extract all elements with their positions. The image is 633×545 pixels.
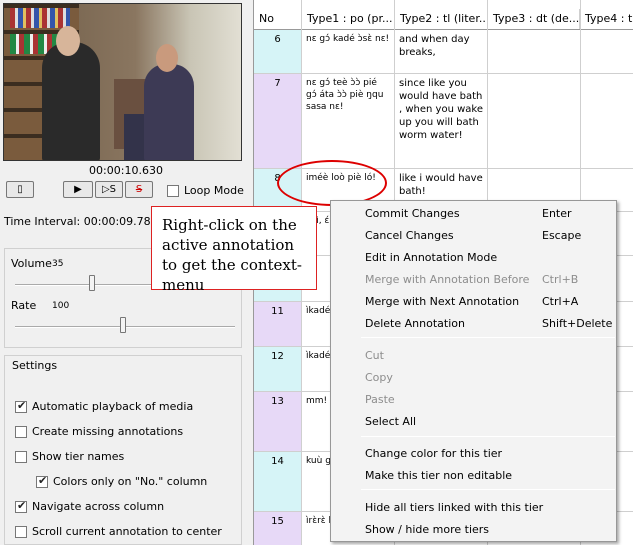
menu-item-change-color-for-this-tier[interactable]: Change color for this tier (332, 443, 615, 464)
menu-item-merge-with-annotation-before: Merge with Annotation Before Ctrl+B (332, 269, 615, 290)
menu-item-hide-all-tiers-linked-with-this-tier[interactable]: Hide all tiers linked with this tier (332, 497, 615, 518)
menu-item-cancel-changes[interactable]: Cancel Changes Escape (332, 225, 615, 246)
rate-label: Rate (11, 299, 37, 312)
setting-colors-no-column[interactable]: Colors only on "No." column (36, 474, 208, 488)
loop-mode-toggle[interactable]: Loop Mode (167, 184, 244, 197)
menu-item-make-this-tier-non-editable[interactable]: Make this tier non editable (332, 465, 615, 486)
setting-label: Scroll current annotation to center (32, 525, 222, 538)
setting-checkbox[interactable] (15, 525, 27, 538)
menu-item-label: Change color for this tier (365, 447, 503, 460)
clear-selection-icon: S (135, 184, 143, 195)
row-number: 15 (271, 516, 284, 527)
menu-item-label: Select All (365, 415, 417, 428)
annotation-cell-type2[interactable]: since like you would have bath , when yo… (395, 74, 487, 169)
menu-item-label: Edit in Annotation Mode (365, 251, 498, 264)
menu-item-copy: Copy (332, 367, 615, 388)
menu-item-label: Hide all tiers linked with this tier (365, 501, 544, 514)
rate-slider-thumb[interactable] (120, 317, 126, 333)
setting-scroll-center[interactable]: Scroll current annotation to center (15, 525, 222, 538)
setting-create-missing[interactable]: Create missing annotations (15, 425, 183, 438)
row-number: 7 (274, 78, 281, 89)
menu-item-shortcut: Enter (542, 207, 572, 220)
menu-item-shortcut: Ctrl+A (542, 295, 579, 308)
setting-label: Create missing annotations (32, 425, 184, 438)
setting-checkbox[interactable] (15, 399, 27, 413)
frame-icon: ▯ (17, 184, 23, 195)
row-number: 11 (271, 306, 284, 317)
column-header-type3[interactable]: Type3 : dt (de... (488, 9, 580, 29)
menu-item-label: Commit Changes (365, 207, 460, 220)
menu-item-show-hide-more-tiers[interactable]: Show / hide more tiers (332, 519, 615, 540)
volume-label: Volume (11, 257, 52, 270)
column-header-type1[interactable]: Type1 : po (pr... (302, 9, 395, 29)
row-number: 12 (271, 351, 284, 362)
context-menu[interactable]: Commit Changes Enter Cancel Changes Escape E… (330, 200, 617, 542)
setting-label: Show tier names (32, 450, 125, 463)
instruction-callout: Right-click on the active annotation to … (151, 206, 317, 294)
setting-checkbox[interactable] (15, 425, 27, 438)
menu-item-cut: Cut (332, 345, 615, 366)
time-interval: Time Interval: 00:00:09.780 - 0 (4, 215, 176, 228)
menu-item-label: Cut (365, 349, 384, 362)
setting-checkbox[interactable] (15, 450, 27, 463)
setting-checkbox[interactable] (15, 499, 27, 513)
column-header-no[interactable]: No (254, 9, 302, 29)
menu-item-paste: Paste (332, 389, 615, 410)
table-row[interactable]: 7 nɛ gɔ́ teè ɔ̀ɔ̀ pié gɔ́ áta ɔ̀ɔ̀ piè ŋq… (254, 74, 633, 169)
column-header-type2[interactable]: Type2 : tl (liter... (395, 9, 488, 29)
menu-item-select-all[interactable]: Select All (332, 411, 615, 432)
setting-label: Navigate across column (32, 500, 165, 513)
menu-item-shortcut: Escape (542, 229, 582, 242)
settings-panel: Settings Automatic playback of media Cre… (4, 355, 242, 545)
play-icon: ▶ (74, 184, 82, 195)
menu-separator (361, 337, 615, 338)
menu-separator (361, 489, 615, 490)
volume-slider-thumb[interactable] (89, 275, 95, 291)
rate-value: 100 (52, 301, 70, 311)
menu-item-edit-in-annotation-mode[interactable]: Edit in Annotation Mode (332, 247, 615, 268)
table-row[interactable]: 6 nɛ gɔ́ kadé ɔ̀sɛ̀ nɛ! and when day break… (254, 30, 633, 74)
row-number: 13 (271, 396, 284, 407)
play-selection-button[interactable]: ▷S (95, 181, 123, 198)
loop-mode-checkbox[interactable] (167, 184, 179, 197)
setting-checkbox[interactable] (36, 474, 48, 488)
frame-button[interactable]: ▯ (6, 181, 34, 198)
menu-item-label: Cancel Changes (365, 229, 454, 242)
play-selection-icon: ▷S (101, 184, 117, 195)
play-button[interactable]: ▶ (63, 181, 93, 198)
setting-label: Colors only on "No." column (53, 475, 208, 488)
menu-item-shortcut: Ctrl+B (542, 273, 579, 286)
clear-selection-button[interactable]: S (125, 181, 153, 198)
menu-item-label: Copy (365, 371, 393, 384)
menu-item-label: Merge with Next Annotation (365, 295, 520, 308)
menu-item-label: Paste (365, 393, 395, 406)
menu-item-merge-with-next-annotation[interactable]: Merge with Next Annotation Ctrl+A (332, 291, 615, 312)
menu-item-label: Make this tier non editable (365, 469, 513, 482)
setting-navigate-across[interactable]: Navigate across column (15, 499, 165, 513)
volume-value: 35 (52, 259, 64, 269)
menu-item-shortcut: Shift+Delete (542, 317, 613, 330)
row-number: 6 (274, 34, 281, 45)
setting-show-tier-names[interactable]: Show tier names (15, 450, 124, 463)
annotation-cell-type1[interactable]: nɛ gɔ́ kadé ɔ̀sɛ̀ nɛ! (302, 30, 394, 74)
annotation-cell-type2[interactable]: and when day breaks, (395, 30, 487, 74)
menu-item-label: Show / hide more tiers (365, 523, 490, 536)
setting-automatic-playback[interactable]: Automatic playback of media (15, 399, 194, 413)
column-header-type4[interactable]: Type4 : tn (580, 9, 633, 29)
menu-item-commit-changes[interactable]: Commit Changes Enter (332, 203, 615, 224)
menu-separator (361, 436, 615, 437)
media-timecode: 00:00:10.630 (89, 164, 163, 177)
settings-title: Settings (12, 359, 58, 372)
video-viewer[interactable] (3, 3, 242, 161)
annotation-cell-type1[interactable]: nɛ gɔ́ teè ɔ̀ɔ̀ pié gɔ́ áta ɔ̀ɔ̀ piè ŋqu… (302, 74, 394, 169)
table-header: No Type1 : po (pr... Type2 : tl (liter..… (254, 0, 633, 30)
loop-mode-label: Loop Mode (184, 184, 244, 197)
row-number: 14 (271, 456, 284, 467)
menu-item-label: Delete Annotation (365, 317, 465, 330)
menu-item-label: Merge with Annotation Before (365, 273, 530, 286)
setting-label: Automatic playback of media (32, 400, 194, 413)
menu-item-delete-annotation[interactable]: Delete Annotation Shift+Delete (332, 313, 615, 334)
